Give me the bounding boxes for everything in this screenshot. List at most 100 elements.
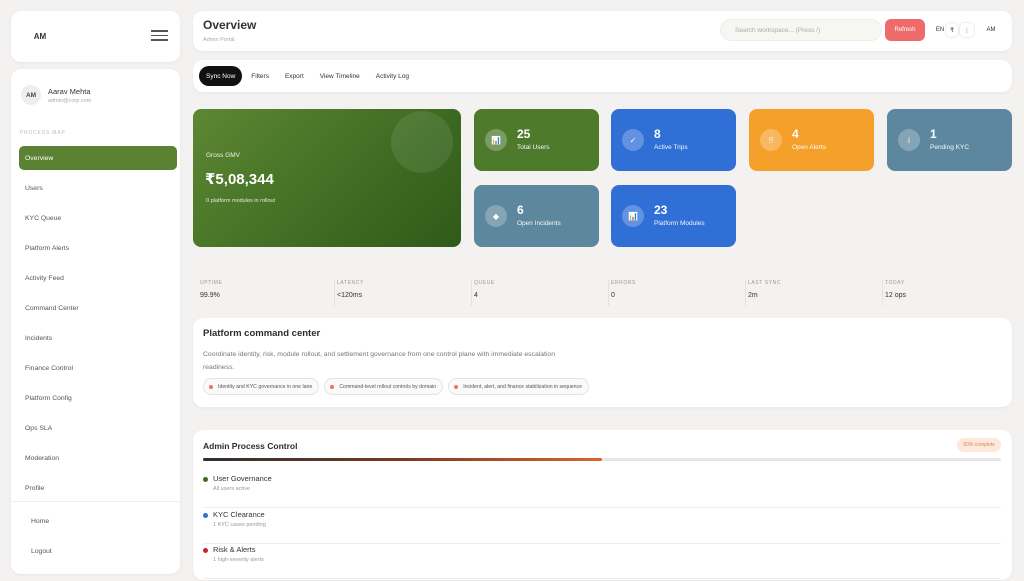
sidebar-item-platform-config[interactable]: Platform Config	[19, 386, 177, 410]
tag-chip[interactable]: Incident, alert, and finance stabilizati…	[448, 378, 590, 395]
header-avatar[interactable]: AM	[983, 22, 999, 38]
dot-icon	[454, 384, 459, 389]
metric-divider	[334, 280, 335, 306]
metric-value: 0	[611, 292, 615, 299]
tag-chip[interactable]: Command-level rollout controls by domain	[324, 378, 444, 395]
user-email: admin@corp.com	[48, 97, 92, 104]
activity-log-button[interactable]: Activity Log	[369, 66, 416, 86]
sidebar-item-logout[interactable]: Logout	[25, 539, 52, 563]
status-dot-icon	[203, 477, 208, 482]
bar-chart-icon: 📊	[485, 129, 507, 151]
metric-label: LATENCY	[337, 280, 364, 286]
sidebar-item-kyc-queue[interactable]: KYC Queue	[19, 206, 177, 230]
process-item-name: User Governance	[213, 474, 272, 483]
bar-chart-icon: 📊	[622, 205, 644, 227]
currency-selector[interactable]: ₹	[945, 22, 959, 38]
sidebar-item-platform-alerts[interactable]: Platform Alerts	[19, 236, 177, 260]
page-title: Overview	[203, 18, 257, 32]
status-dot-icon	[203, 513, 208, 518]
metric-last-sync: LAST SYNC 2m	[748, 280, 883, 306]
alert-icon: !!	[760, 129, 782, 151]
metric-divider	[608, 280, 609, 306]
progress-fill	[203, 458, 602, 461]
app-logo: AM	[33, 31, 47, 41]
page-subtitle: Admin Portal	[203, 37, 235, 43]
command-center-description: Coordinate identity, risk, module rollou…	[203, 351, 555, 371]
metric-divider	[471, 280, 472, 306]
process-item-sub: 1 high-severity alerts	[213, 557, 264, 563]
sync-now-button[interactable]: Sync Now	[199, 66, 243, 86]
metric-errors: ERRORS 0	[611, 280, 746, 306]
view-timeline-button[interactable]: View Timeline	[313, 66, 367, 86]
tag-label: Identity and KYC governance in one lane	[218, 383, 313, 390]
sidebar-item-home[interactable]: Home	[25, 509, 52, 533]
stat-card-platform-modules[interactable]: 📊 23 Platform Modules	[611, 185, 736, 247]
stat-card-pending-kyc[interactable]: i 1 Pending KYC	[887, 109, 1012, 171]
metric-value: 12 ops	[885, 292, 907, 299]
sidebar-item-ops-sla[interactable]: Ops SLA	[19, 416, 177, 440]
refresh-button[interactable]: Refresh	[885, 19, 925, 41]
hero-label: Gross GMV	[206, 152, 240, 159]
user-name: Aarav Mehta	[48, 86, 91, 96]
sidebar-item-command-center[interactable]: Command Center	[19, 296, 177, 320]
sidebar-item-activity-feed[interactable]: Activity Feed	[19, 266, 177, 290]
tag-chip[interactable]: Identity and KYC governance in one lane	[203, 378, 320, 395]
metric-value: 4	[474, 292, 478, 299]
sidebar-nav: Overview Users KYC Queue Platform Alerts…	[19, 146, 177, 506]
command-center-title: Platform command center	[203, 328, 321, 339]
metric-label: TODAY	[885, 280, 905, 286]
stat-card-open-alerts[interactable]: !! 4 Open Alerts	[749, 109, 874, 171]
sidebar-item-moderation[interactable]: Moderation	[19, 446, 177, 470]
sidebar-section-label: PROCESS MAP	[20, 130, 66, 136]
action-toolbar: Sync Now Filters Export View Timeline Ac…	[193, 60, 1012, 92]
stat-value: 8	[654, 127, 661, 141]
metric-value: 2m	[748, 292, 758, 299]
stat-value: 23	[654, 203, 668, 217]
metric-label: UPTIME	[200, 280, 223, 286]
check-icon: ✓	[622, 129, 644, 151]
filters-button[interactable]: Filters	[244, 66, 276, 86]
info-icon: i	[898, 129, 920, 151]
stat-value: 25	[517, 127, 531, 141]
stat-label: Active Trips	[654, 144, 688, 151]
process-item-name: KYC Clearance	[213, 510, 265, 519]
stat-card-open-incidents[interactable]: ◆ 6 Open Incidents	[474, 185, 599, 247]
more-menu-icon[interactable]: ⋮	[959, 22, 975, 38]
avatar: AM	[21, 85, 41, 105]
search-input[interactable]: Search workspace... (Press /)	[720, 19, 882, 41]
menu-toggle-icon[interactable]	[151, 30, 168, 42]
process-title: Admin Process Control	[203, 441, 298, 451]
metric-label: ERRORS	[611, 280, 636, 286]
metric-divider	[745, 280, 746, 306]
sidebar-item-overview[interactable]: Overview	[19, 146, 177, 170]
progress-badge: 50% complete	[957, 438, 1001, 452]
sidebar-item-incidents[interactable]: Incidents	[19, 326, 177, 350]
stat-label: Open Incidents	[517, 220, 561, 227]
process-item-user-governance[interactable]: User Governance All users active	[203, 474, 1001, 508]
stat-value: 1	[930, 127, 937, 141]
user-profile[interactable]: AM Aarav Mehta admin@corp.com	[21, 77, 91, 113]
sidebar-item-finance-control[interactable]: Finance Control	[19, 356, 177, 380]
metric-queue: QUEUE 4	[474, 280, 609, 306]
sidebar-item-profile[interactable]: Profile	[19, 476, 177, 500]
gross-gmv-card[interactable]: Gross GMV ₹5,08,344 0 platform modules i…	[193, 109, 461, 247]
admin-process-control-panel: Admin Process Control 50% complete User …	[193, 430, 1012, 580]
tag-label: Command-level rollout controls by domain	[339, 383, 437, 390]
stat-card-active-trips[interactable]: ✓ 8 Active Trips	[611, 109, 736, 171]
hero-value: ₹5,08,344	[205, 171, 274, 188]
command-center-tags: Identity and KYC governance in one lane …	[203, 378, 594, 395]
export-button[interactable]: Export	[278, 66, 311, 86]
process-item-kyc-clearance[interactable]: KYC Clearance 1 KYC cases pending	[203, 510, 1001, 544]
process-item-sub: All users active	[213, 486, 250, 492]
metric-divider	[882, 280, 883, 306]
metric-today: TODAY 12 ops	[885, 280, 1015, 304]
stat-label: Pending KYC	[930, 144, 970, 151]
dot-icon	[330, 384, 335, 389]
stat-value: 6	[517, 203, 524, 217]
sidebar-item-users[interactable]: Users	[19, 176, 177, 200]
stat-value: 4	[792, 127, 799, 141]
stat-card-total-users[interactable]: 📊 25 Total Users	[474, 109, 599, 171]
hero-subtext: 0 platform modules in rollout	[206, 198, 276, 204]
process-item-risk-alerts[interactable]: Risk & Alerts 1 high-severity alerts	[203, 545, 1001, 579]
status-dot-icon	[203, 548, 208, 553]
